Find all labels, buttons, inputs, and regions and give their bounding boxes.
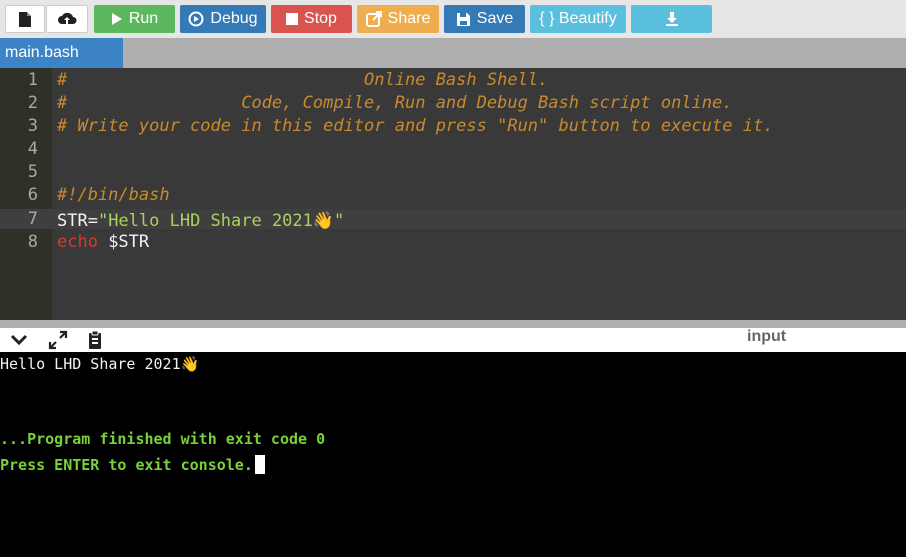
run-button[interactable]: Run <box>94 5 175 33</box>
debug-label: Debug <box>210 10 258 27</box>
input-tab[interactable]: input <box>747 328 786 346</box>
resize-divider[interactable] <box>0 320 906 328</box>
save-label: Save <box>476 10 514 27</box>
console-prompt-text: Press ENTER to exit console. <box>0 456 253 474</box>
stop-icon <box>286 13 299 25</box>
expand-icon[interactable] <box>47 330 69 350</box>
save-icon <box>456 12 471 27</box>
code-line-comment: # Write your code in this editor and pre… <box>57 116 774 136</box>
console-output[interactable]: Hello LHD Share 2021👋 ...Program finishe… <box>0 352 906 557</box>
debug-icon <box>188 11 204 27</box>
upload-button[interactable] <box>46 5 88 33</box>
clipboard-icon[interactable] <box>84 330 106 350</box>
download-button[interactable] <box>631 5 712 33</box>
debug-button[interactable]: Debug <box>180 5 266 33</box>
code-line-echo: echo $STR <box>57 232 149 252</box>
string-literal: "Hello LHD Share 2021👋" <box>97 211 345 231</box>
console-header: input <box>0 328 906 352</box>
code-editor[interactable]: 1 2 3 4 5 6 7 8 # Online Bash Shell. # C… <box>0 68 906 320</box>
beautify-label: { } Beautify <box>539 10 617 27</box>
keyword-echo: echo <box>57 232 98 252</box>
code-line-comment: # Code, Compile, Run and Debug Bash scri… <box>57 93 733 113</box>
new-file-icon <box>18 11 32 28</box>
variable-name: STR= <box>57 211 98 231</box>
console-cursor <box>254 455 265 474</box>
tab-bar: main.bash <box>0 38 906 68</box>
stop-button[interactable]: Stop <box>271 5 352 33</box>
console-line: ...Program finished with exit code 0 <box>0 430 326 448</box>
console-line: Hello LHD Share 2021👋 <box>0 355 200 373</box>
echo-argument: $STR <box>97 232 150 252</box>
share-icon <box>365 11 382 27</box>
stop-label: Stop <box>304 10 337 27</box>
line-number: 7 <box>27 209 38 229</box>
share-button[interactable]: Share <box>357 5 439 33</box>
chevron-down-icon[interactable] <box>8 330 30 350</box>
save-button[interactable]: Save <box>444 5 525 33</box>
code-line-assignment: STR="Hello LHD Share 2021👋" <box>57 211 344 231</box>
new-file-button[interactable] <box>5 5 45 33</box>
line-number: 1 <box>27 70 38 90</box>
line-number: 6 <box>27 185 38 205</box>
code-line-comment: # Online Bash Shell. <box>57 70 549 90</box>
share-label: Share <box>387 10 431 27</box>
run-label: Run <box>128 10 159 27</box>
line-number: 3 <box>27 116 38 136</box>
upload-icon <box>57 11 77 27</box>
beautify-button[interactable]: { } Beautify <box>530 5 626 33</box>
tab-main-bash[interactable]: main.bash <box>0 38 123 68</box>
line-number: 2 <box>27 93 38 113</box>
play-icon <box>111 12 123 26</box>
line-number: 4 <box>27 139 38 159</box>
console-line: Press ENTER to exit console. <box>0 455 265 474</box>
code-line-shebang: #!/bin/bash <box>57 185 170 205</box>
line-number: 5 <box>27 162 38 182</box>
download-icon <box>665 11 679 27</box>
line-number: 8 <box>27 232 38 252</box>
toolbar: Run Debug Stop Share Save { } Beautify <box>0 0 906 38</box>
